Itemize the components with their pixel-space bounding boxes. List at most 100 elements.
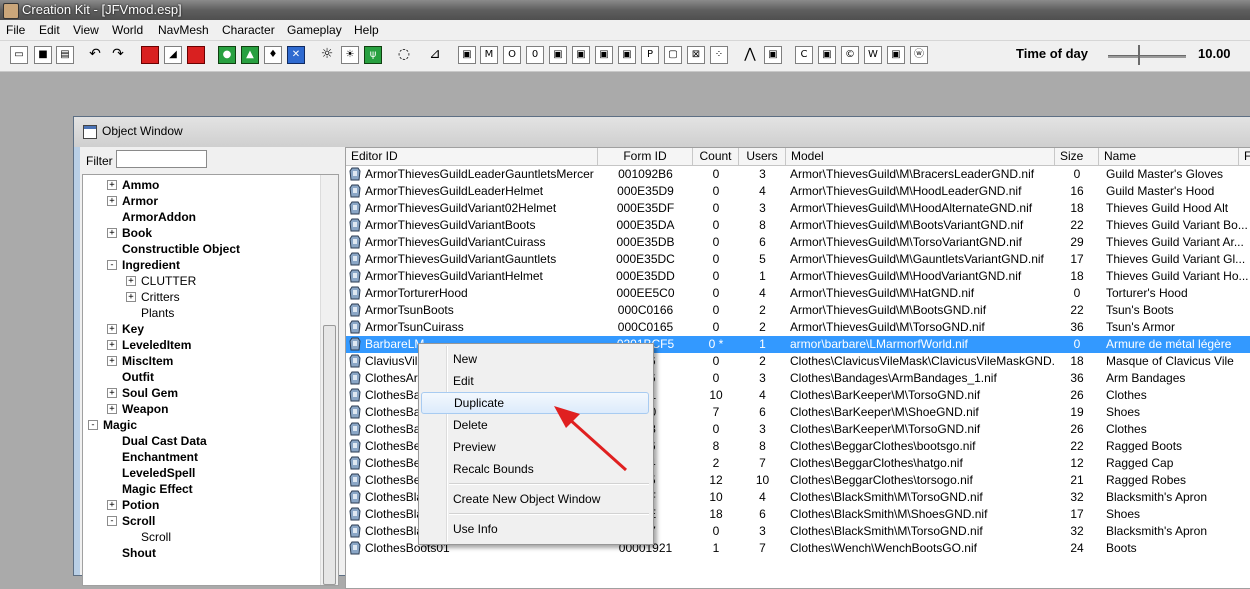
graph-icon[interactable]: ⊿ [426, 46, 444, 64]
filter-input[interactable] [116, 150, 207, 168]
tree-node[interactable]: Weapon [122, 401, 168, 417]
collapse-icon[interactable]: - [88, 420, 98, 430]
cube-5-icon[interactable]: ▣ [618, 46, 636, 64]
cross-box-icon[interactable]: ⊠ [687, 46, 705, 64]
tree-node[interactable]: Ammo [122, 177, 159, 193]
cube-6-icon[interactable]: ▣ [764, 46, 782, 64]
table-row[interactable]: ArmorThievesGuildLeaderGauntletsMercer 00… [346, 166, 1250, 183]
redo-icon[interactable]: ↷ [109, 46, 127, 64]
light-bulb-icon[interactable]: ☼ [318, 46, 336, 64]
sky-icon[interactable]: ☀ [341, 46, 359, 64]
grass-icon[interactable]: ψ [364, 46, 382, 64]
expand-icon[interactable]: + [107, 404, 117, 414]
tree-node[interactable]: Magic Effect [122, 481, 193, 497]
menu-gameplay[interactable]: Gameplay [287, 22, 342, 38]
expand-icon[interactable]: + [107, 228, 117, 238]
box-icon[interactable]: ▢ [664, 46, 682, 64]
tree-node[interactable]: Soul Gem [122, 385, 178, 401]
tree-node[interactable]: Dual Cast Data [122, 433, 207, 449]
time-of-day-slider[interactable] [1108, 55, 1186, 58]
fx-icon[interactable]: ✕ [287, 46, 305, 64]
circle-c-icon[interactable]: © [841, 46, 859, 64]
landscape-icon[interactable]: ● [218, 46, 236, 64]
tree-node[interactable]: Key [122, 321, 144, 337]
menu-item-recalc-bounds[interactable]: Recalc Bounds [421, 458, 649, 480]
cube-m-icon[interactable]: M [480, 46, 498, 64]
table-row[interactable]: ArmorThievesGuildVariantGauntlets 000E35D… [346, 251, 1250, 268]
tree-node[interactable]: MiscItem [122, 353, 173, 369]
col-name-header[interactable]: Name [1099, 148, 1239, 165]
expand-icon[interactable]: + [107, 356, 117, 366]
tree-node[interactable]: Book [122, 225, 152, 241]
col-model-header[interactable]: Model [786, 148, 1055, 165]
tree-node[interactable]: Critters [141, 289, 180, 305]
time-of-day-slider-thumb[interactable] [1135, 45, 1143, 65]
tree-node[interactable]: Magic [103, 417, 137, 433]
table-row[interactable]: ArmorThievesGuildLeaderHelmet 000E35D9 0 4 A… [346, 183, 1250, 200]
tree-node[interactable]: Potion [122, 497, 159, 513]
cube-2-icon[interactable]: ▣ [549, 46, 567, 64]
tree-node[interactable]: Plants [141, 305, 174, 321]
expand-icon[interactable]: + [107, 180, 117, 190]
cube-7-icon[interactable]: ▣ [818, 46, 836, 64]
col-extra-header[interactable]: F [1239, 148, 1250, 165]
menu-file[interactable]: File [6, 22, 25, 38]
tree-node[interactable]: Armor [122, 193, 158, 209]
speech-bubble-icon[interactable]: ◌ [395, 46, 413, 64]
expand-icon[interactable]: + [107, 388, 117, 398]
menu-item-duplicate[interactable]: Duplicate [421, 392, 649, 414]
table-row[interactable]: ArmorThievesGuildVariantBoots 000E35DA 0 8 A… [346, 217, 1250, 234]
table-row[interactable]: ArmorThievesGuildVariant02Helmet 000E35DF… [346, 200, 1250, 217]
tree-node[interactable]: Scroll [141, 529, 171, 545]
table-row[interactable]: ArmorTorturerHood 000EE5C0 0 4 Armor\Thieves… [346, 285, 1250, 302]
tree-node[interactable]: Scroll [122, 513, 155, 529]
col-editor-id-header[interactable]: Editor ID [346, 148, 598, 165]
menu-world[interactable]: World [112, 22, 143, 38]
expand-icon[interactable]: + [107, 340, 117, 350]
col-size-header[interactable]: Size [1055, 148, 1099, 165]
w-icon[interactable]: W [864, 46, 882, 64]
tree-node[interactable]: Ingredient [122, 257, 180, 273]
zero-icon[interactable]: 0 [526, 46, 544, 64]
tree-node[interactable]: Outfit [122, 369, 154, 385]
havok-icon[interactable]: ♦ [264, 46, 282, 64]
c-icon[interactable]: C [795, 46, 813, 64]
cube-8-icon[interactable]: ▣ [887, 46, 905, 64]
table-row[interactable]: ArmorThievesGuildVariantHelmet 000E35DD 0 1… [346, 268, 1250, 285]
col-form-id-header[interactable]: Form ID [598, 148, 693, 165]
tree-node[interactable]: LeveledSpell [122, 465, 195, 481]
cube-3-icon[interactable]: ▣ [572, 46, 590, 64]
col-users-header[interactable]: Users [739, 148, 786, 165]
tree-node[interactable]: Shout [122, 545, 156, 561]
preferences-icon[interactable]: ▤ [56, 46, 74, 64]
object-window-titlebar[interactable]: Object Window [74, 117, 1250, 147]
tree-node[interactable]: CLUTTER [141, 273, 196, 289]
category-tree[interactable]: Ammo + Armor + ArmorAddon Book + Constructible … [82, 174, 339, 586]
menu-view[interactable]: View [73, 22, 99, 38]
table-row[interactable]: ArmorTsunBoots 000C0166 0 2 Armor\ThievesGui… [346, 302, 1250, 319]
menu-item-new[interactable]: New [421, 348, 649, 370]
menu-item-edit[interactable]: Edit [421, 370, 649, 392]
menu-item-create-new-object-window[interactable]: Create New Object Window [421, 488, 649, 510]
open-folder-icon[interactable]: ▭ [10, 46, 28, 64]
undo-icon[interactable]: ↶ [86, 46, 104, 64]
p-icon[interactable]: P [641, 46, 659, 64]
tree-node[interactable]: Enchantment [122, 449, 198, 465]
menu-item-delete[interactable]: Delete [421, 414, 649, 436]
menu-item-use-info[interactable]: Use Info [421, 518, 649, 540]
render-marker-icon[interactable] [141, 46, 159, 64]
tree-icon[interactable]: ⋀ [741, 46, 759, 64]
tree-node[interactable]: LeveledItem [122, 337, 191, 353]
red-dots-icon[interactable]: ⁘ [710, 46, 728, 64]
menu-navmesh[interactable]: NavMesh [158, 22, 209, 38]
expand-icon[interactable]: + [107, 500, 117, 510]
expand-icon[interactable]: + [126, 276, 136, 286]
cube-4-icon[interactable]: ▣ [595, 46, 613, 64]
table-row[interactable]: ArmorTsunCuirass 000C0165 0 2 Armor\ThievesG… [346, 319, 1250, 336]
menu-character[interactable]: Character [222, 22, 275, 38]
cube-o-icon[interactable]: O [503, 46, 521, 64]
circle-w-icon[interactable]: ⓦ [910, 46, 928, 64]
cube-icon[interactable]: ▣ [458, 46, 476, 64]
terrain-paint-icon[interactable]: ▲ [241, 46, 259, 64]
menu-item-preview[interactable]: Preview [421, 436, 649, 458]
